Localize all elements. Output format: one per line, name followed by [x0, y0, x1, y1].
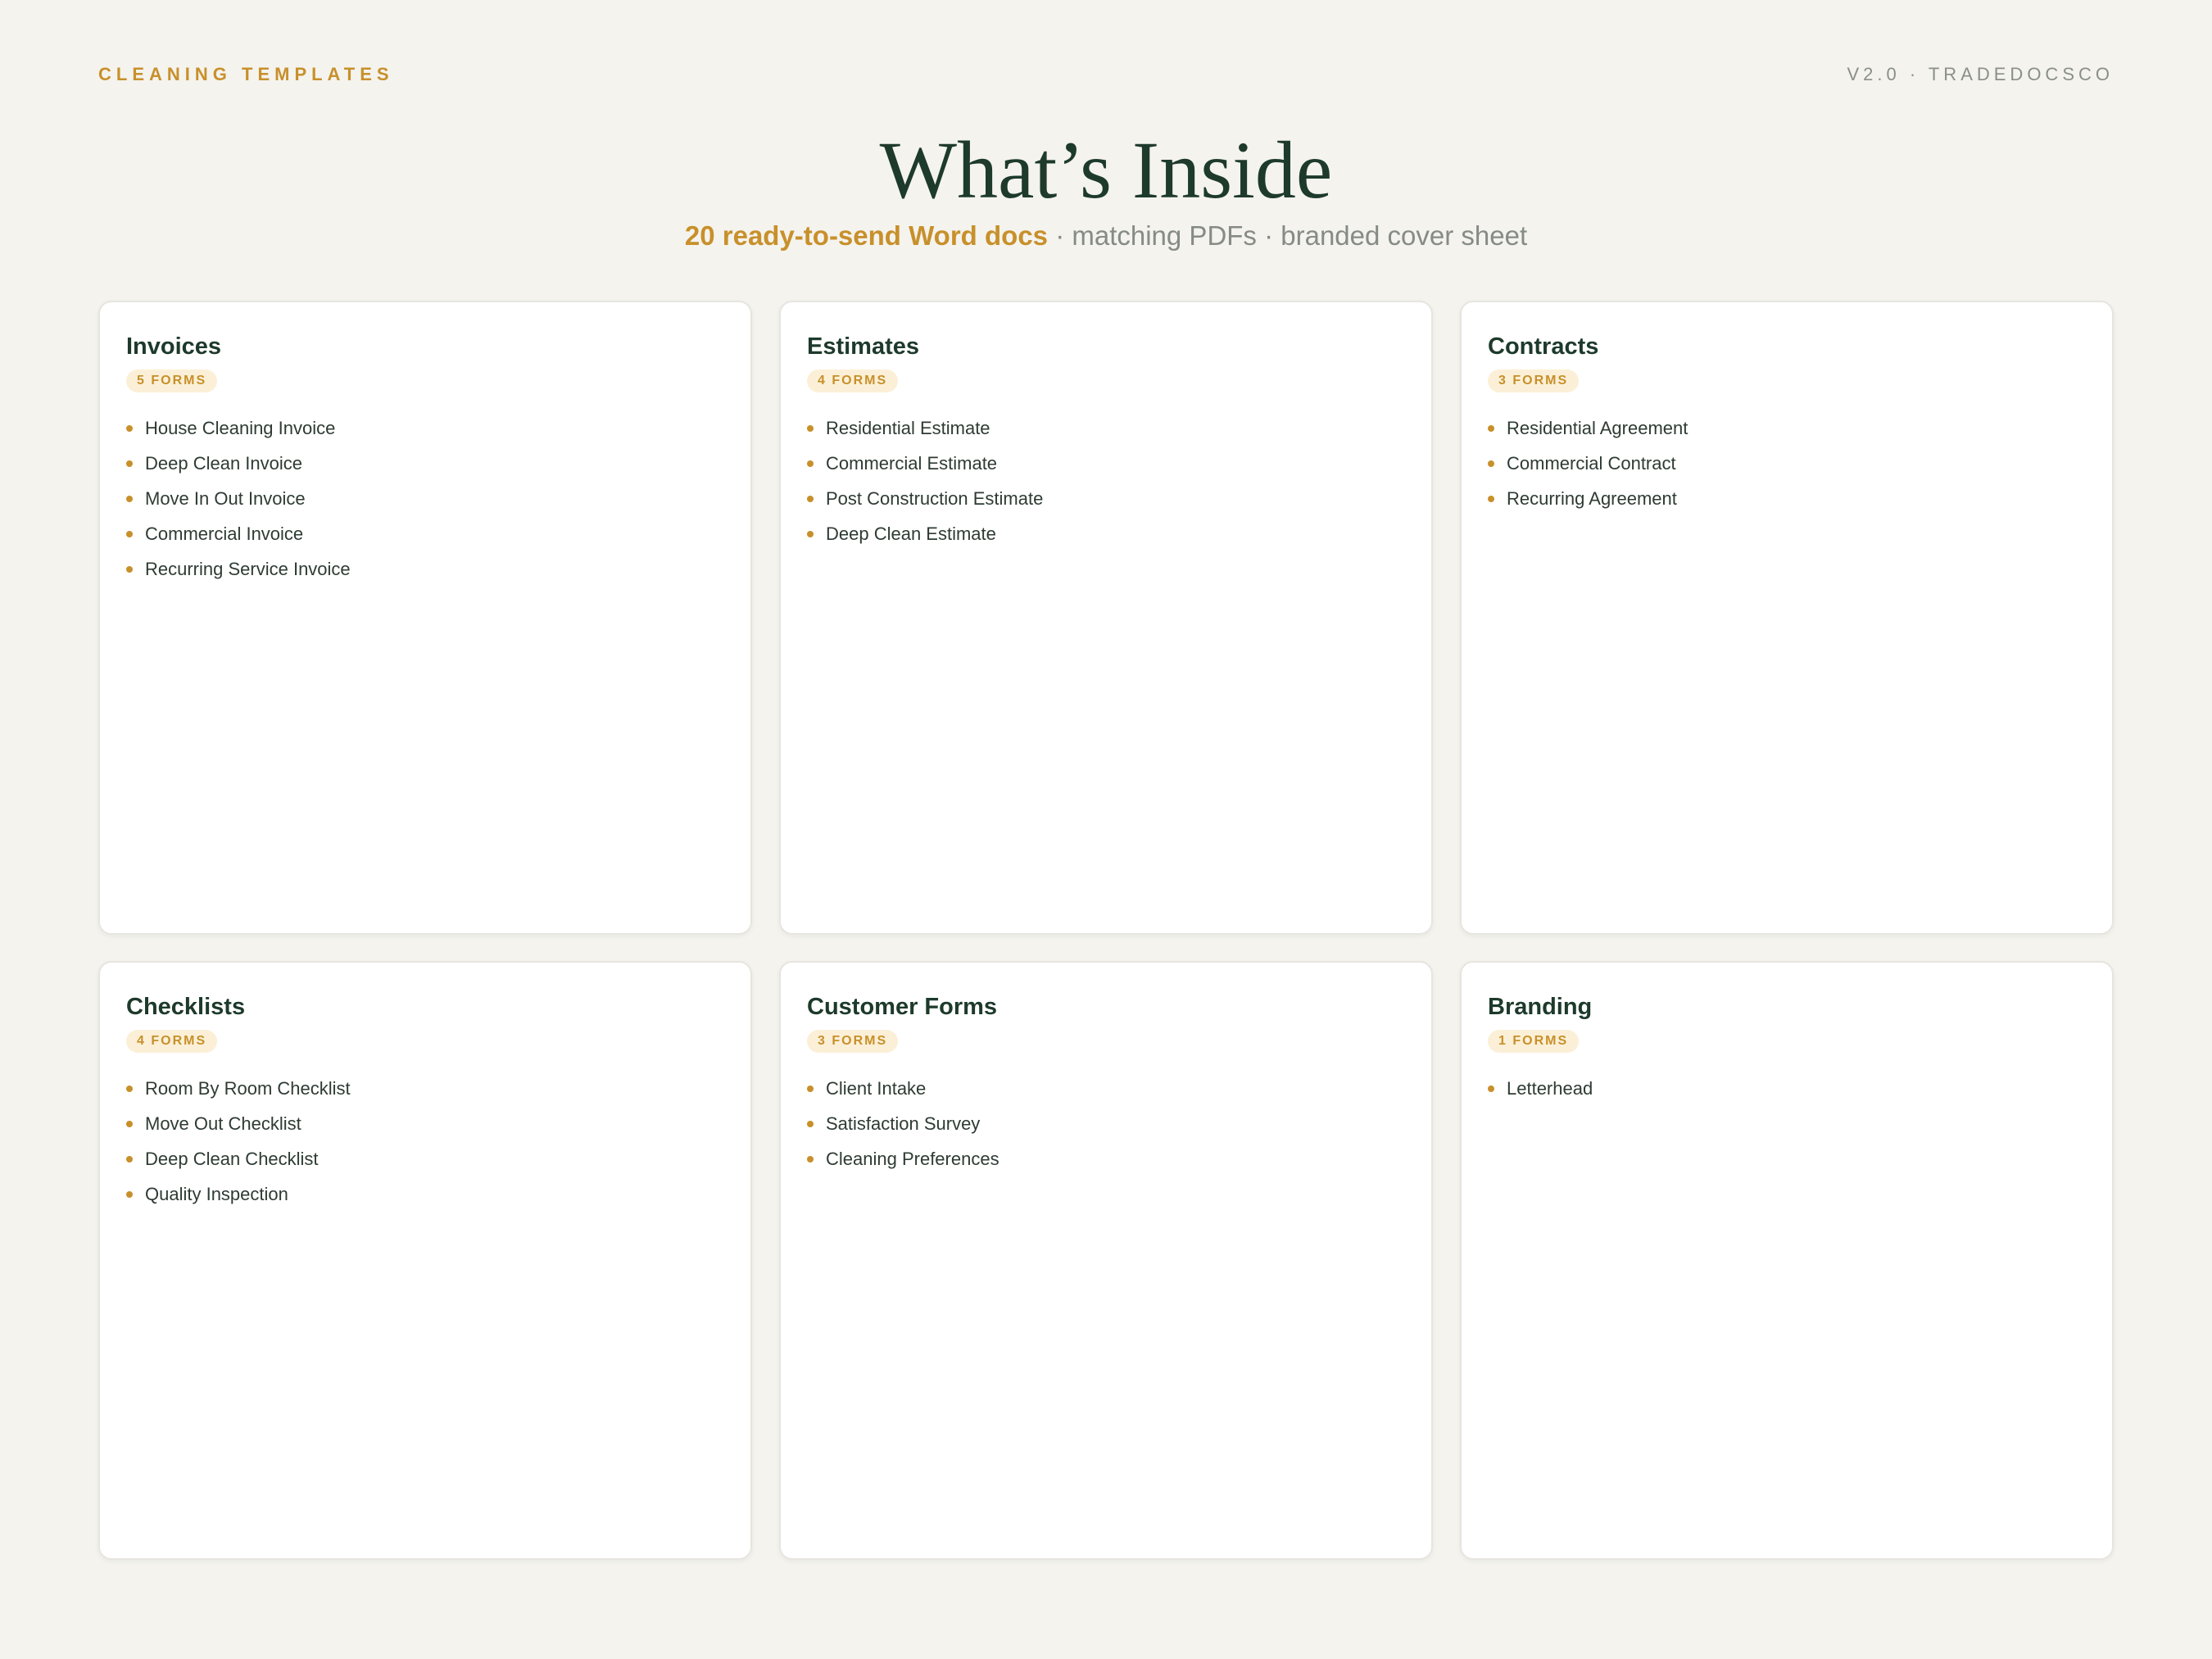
form-count-badge: 3 FORMS — [807, 1030, 899, 1053]
list-item: Recurring Service Invoice — [126, 551, 724, 587]
list-item-label: Deep Clean Invoice — [145, 452, 303, 474]
list-item: Deep Clean Estimate — [807, 516, 1405, 551]
list-item-label: Move Out Checklist — [145, 1113, 301, 1134]
list-item-label: Quality Inspection — [145, 1183, 288, 1204]
list-item-label: Commercial Invoice — [145, 523, 304, 544]
list-item: Residential Estimate — [807, 410, 1405, 446]
subtitle-rest: · matching PDFs · branded cover sheet — [1048, 220, 1528, 251]
bullet-dot-icon — [126, 1155, 133, 1163]
list-item-label: Commercial Contract — [1507, 452, 1676, 474]
category-card-checklists: Checklists 4 FORMS Room By Room Checklist M… — [98, 961, 752, 1560]
form-list: Residential Estimate Commercial Estimate P… — [807, 410, 1405, 551]
list-item-label: Deep Clean Checklist — [145, 1148, 319, 1169]
list-item: Recurring Agreement — [1488, 481, 2086, 516]
list-item: Move In Out Invoice — [126, 481, 724, 516]
list-item-label: Cleaning Preferences — [826, 1148, 999, 1169]
list-item: Cleaning Preferences — [807, 1141, 1405, 1176]
form-count-badge: 5 FORMS — [126, 369, 218, 392]
list-item-label: Satisfaction Survey — [826, 1113, 981, 1134]
bullet-dot-icon — [807, 1085, 814, 1092]
form-count-badge: 1 FORMS — [1488, 1030, 1580, 1053]
list-item: Residential Agreement — [1488, 410, 2086, 446]
bullet-dot-icon — [126, 424, 133, 432]
list-item-label: Commercial Estimate — [826, 452, 998, 474]
bullet-dot-icon — [807, 1155, 814, 1163]
bullet-dot-icon — [1488, 495, 1494, 502]
card-title: Estimates — [807, 333, 920, 360]
list-item: Client Intake — [807, 1071, 1405, 1106]
list-item: Commercial Invoice — [126, 516, 724, 551]
list-item: Deep Clean Invoice — [126, 446, 724, 481]
list-item-label: Letterhead — [1507, 1077, 1593, 1099]
category-card-branding: Branding 1 FORMS Letterhead — [1460, 961, 2114, 1560]
list-item-label: Residential Agreement — [1507, 417, 1688, 438]
page-title: What’s Inside — [879, 125, 1333, 215]
category-grid: Invoices 5 FORMS House Cleaning Invoice Dee… — [98, 301, 2114, 1560]
card-title: Checklists — [126, 994, 246, 1020]
bullet-dot-icon — [807, 460, 814, 467]
list-item: Post Construction Estimate — [807, 481, 1405, 516]
form-list: House Cleaning Invoice Deep Clean Invoice… — [126, 410, 724, 587]
bullet-dot-icon — [1488, 460, 1494, 467]
list-item-label: Post Construction Estimate — [826, 487, 1044, 509]
list-item: Commercial Estimate — [807, 446, 1405, 481]
list-item: House Cleaning Invoice — [126, 410, 724, 446]
category-card-contracts: Contracts 3 FORMS Residential Agreement Com… — [1460, 301, 2114, 935]
list-item: Commercial Contract — [1488, 446, 2086, 481]
form-list: Room By Room Checklist Move Out Checklist… — [126, 1071, 724, 1212]
version-label: V2.0 · TRADEDOCSCO — [1847, 64, 2114, 84]
form-list: Residential Agreement Commercial Contract… — [1488, 410, 2086, 516]
bullet-dot-icon — [807, 530, 814, 537]
list-item-label: Residential Estimate — [826, 417, 990, 438]
category-card-estimates: Estimates 4 FORMS Residential Estimate Comm… — [779, 301, 1433, 935]
list-item-label: Deep Clean Estimate — [826, 523, 996, 544]
bullet-dot-icon — [126, 1120, 133, 1127]
list-item-label: Move In Out Invoice — [145, 487, 306, 509]
form-count-badge: 4 FORMS — [807, 369, 899, 392]
bullet-dot-icon — [126, 565, 133, 573]
list-item: Deep Clean Checklist — [126, 1141, 724, 1176]
bullet-dot-icon — [1488, 1085, 1494, 1092]
form-list: Letterhead — [1488, 1071, 2086, 1106]
list-item: Satisfaction Survey — [807, 1106, 1405, 1141]
list-item: Room By Room Checklist — [126, 1071, 724, 1106]
bullet-dot-icon — [807, 1120, 814, 1127]
card-title: Invoices — [126, 333, 222, 360]
card-title: Customer Forms — [807, 994, 998, 1020]
bullet-dot-icon — [1488, 424, 1494, 432]
bullet-dot-icon — [126, 530, 133, 537]
brand-label: CLEANING TEMPLATES — [98, 64, 394, 84]
list-item-label: Recurring Agreement — [1507, 487, 1677, 509]
list-item-label: Client Intake — [826, 1077, 927, 1099]
category-card-customer-forms: Customer Forms 3 FORMS Client Intake Satisf… — [779, 961, 1433, 1560]
form-count-badge: 3 FORMS — [1488, 369, 1580, 392]
form-list: Client Intake Satisfaction Survey Cleaning… — [807, 1071, 1405, 1176]
bullet-dot-icon — [126, 1085, 133, 1092]
list-item-label: House Cleaning Invoice — [145, 417, 336, 438]
page-subtitle: 20 ready-to-send Word docs · matching PD… — [0, 218, 2212, 254]
card-title: Branding — [1488, 994, 1593, 1020]
list-item: Move Out Checklist — [126, 1106, 724, 1141]
bullet-dot-icon — [126, 460, 133, 467]
subtitle-highlight: 20 ready-to-send Word docs — [684, 220, 1049, 251]
bullet-dot-icon — [126, 1190, 133, 1198]
bullet-dot-icon — [126, 495, 133, 502]
top-bar: CLEANING TEMPLATES V2.0 · TRADEDOCSCO — [98, 64, 2114, 88]
card-title: Contracts — [1488, 333, 1599, 360]
form-count-badge: 4 FORMS — [126, 1030, 218, 1053]
list-item-label: Room By Room Checklist — [145, 1077, 351, 1099]
bullet-dot-icon — [807, 424, 814, 432]
category-card-invoices: Invoices 5 FORMS House Cleaning Invoice Dee… — [98, 301, 752, 935]
list-item: Quality Inspection — [126, 1176, 724, 1212]
list-item-label: Recurring Service Invoice — [145, 558, 351, 579]
bullet-dot-icon — [807, 495, 814, 502]
list-item: Letterhead — [1488, 1071, 2086, 1106]
